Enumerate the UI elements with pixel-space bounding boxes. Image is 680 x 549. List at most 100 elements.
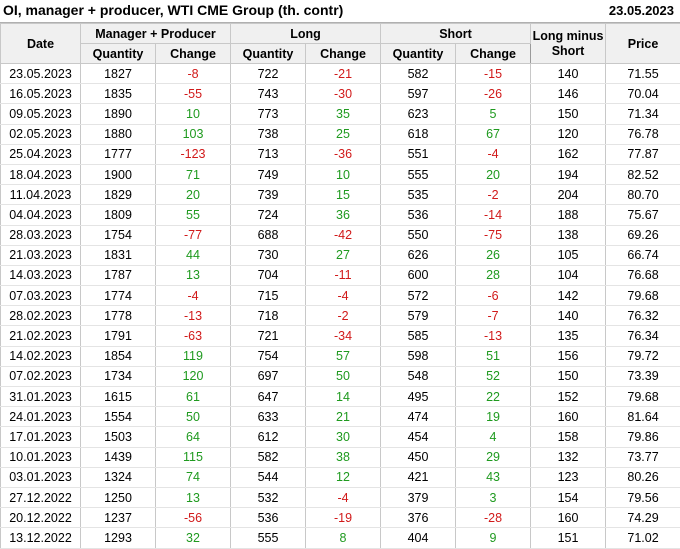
long-change-cell: 57 bbox=[306, 346, 381, 366]
price-cell: 77.87 bbox=[606, 144, 680, 164]
table-row: 25.04.20231777-123713-36551-416277.87 bbox=[1, 144, 680, 164]
date-cell: 25.04.2023 bbox=[1, 144, 81, 164]
table-row: 16.05.20231835-55743-30597-2614670.04 bbox=[1, 84, 680, 104]
table-row: 20.12.20221237-56536-19376-2816074.29 bbox=[1, 508, 680, 528]
mp-change-cell: -8 bbox=[156, 64, 231, 84]
long-minus-short-cell: 132 bbox=[531, 447, 606, 467]
long-change-cell: 21 bbox=[306, 407, 381, 427]
long-quantity-cell: 722 bbox=[231, 64, 306, 84]
price-cell: 81.64 bbox=[606, 407, 680, 427]
col-long-quantity-header: Quantity bbox=[231, 44, 306, 64]
long-minus-short-cell: 138 bbox=[531, 225, 606, 245]
short-change-cell: 19 bbox=[456, 407, 531, 427]
table-row: 04.04.202318095572436536-1418875.67 bbox=[1, 205, 680, 225]
long-change-cell: -2 bbox=[306, 306, 381, 326]
long-change-cell: -11 bbox=[306, 265, 381, 285]
date-cell: 18.04.2023 bbox=[1, 164, 81, 184]
mp-change-cell: -63 bbox=[156, 326, 231, 346]
report-date: 23.05.2023 bbox=[609, 3, 674, 18]
date-cell: 14.03.2023 bbox=[1, 265, 81, 285]
price-cell: 71.55 bbox=[606, 64, 680, 84]
col-short-quantity-header: Quantity bbox=[381, 44, 456, 64]
long-quantity-cell: 688 bbox=[231, 225, 306, 245]
date-cell: 24.01.2023 bbox=[1, 407, 81, 427]
long-quantity-cell: 743 bbox=[231, 84, 306, 104]
col-mp-change-header: Change bbox=[156, 44, 231, 64]
long-minus-short-cell: 140 bbox=[531, 306, 606, 326]
price-cell: 80.26 bbox=[606, 467, 680, 487]
long-change-cell: 15 bbox=[306, 185, 381, 205]
mp-change-cell: 74 bbox=[156, 467, 231, 487]
price-cell: 70.04 bbox=[606, 84, 680, 104]
table-body: 23.05.20231827-8722-21582-1514071.5516.0… bbox=[1, 64, 680, 549]
mp-change-cell: 32 bbox=[156, 528, 231, 548]
long-quantity-cell: 730 bbox=[231, 245, 306, 265]
table-row: 18.04.2023190071749105552019482.52 bbox=[1, 164, 680, 184]
short-change-cell: 26 bbox=[456, 245, 531, 265]
short-quantity-cell: 555 bbox=[381, 164, 456, 184]
short-quantity-cell: 572 bbox=[381, 286, 456, 306]
mp-change-cell: 44 bbox=[156, 245, 231, 265]
long-change-cell: -21 bbox=[306, 64, 381, 84]
long-minus-short-cell: 156 bbox=[531, 346, 606, 366]
date-cell: 20.12.2022 bbox=[1, 508, 81, 528]
long-minus-short-cell: 194 bbox=[531, 164, 606, 184]
price-cell: 71.34 bbox=[606, 104, 680, 124]
group-short-header: Short bbox=[381, 24, 531, 44]
short-quantity-cell: 623 bbox=[381, 104, 456, 124]
col-mp-quantity-header: Quantity bbox=[81, 44, 156, 64]
long-change-cell: 35 bbox=[306, 104, 381, 124]
long-quantity-cell: 754 bbox=[231, 346, 306, 366]
table-row: 07.03.20231774-4715-4572-614279.68 bbox=[1, 286, 680, 306]
mp-change-cell: 55 bbox=[156, 205, 231, 225]
col-price-header: Price bbox=[606, 24, 680, 64]
short-quantity-cell: 376 bbox=[381, 508, 456, 528]
long-quantity-cell: 724 bbox=[231, 205, 306, 225]
short-quantity-cell: 536 bbox=[381, 205, 456, 225]
short-quantity-cell: 598 bbox=[381, 346, 456, 366]
long-quantity-cell: 544 bbox=[231, 467, 306, 487]
price-cell: 79.68 bbox=[606, 286, 680, 306]
long-minus-short-cell: 150 bbox=[531, 366, 606, 386]
price-cell: 71.02 bbox=[606, 528, 680, 548]
mp-change-cell: -56 bbox=[156, 508, 231, 528]
table-row: 09.05.202318901077335623515071.34 bbox=[1, 104, 680, 124]
long-minus-short-cell: 135 bbox=[531, 326, 606, 346]
long-minus-short-cell: 151 bbox=[531, 528, 606, 548]
table-header: Date Manager + Producer Long Short Long … bbox=[1, 24, 680, 64]
short-change-cell: 3 bbox=[456, 487, 531, 507]
mp-quantity-cell: 1890 bbox=[81, 104, 156, 124]
short-quantity-cell: 379 bbox=[381, 487, 456, 507]
long-minus-short-cell: 150 bbox=[531, 104, 606, 124]
mp-change-cell: 115 bbox=[156, 447, 231, 467]
long-minus-short-cell: 204 bbox=[531, 185, 606, 205]
long-change-cell: -4 bbox=[306, 487, 381, 507]
long-quantity-cell: 612 bbox=[231, 427, 306, 447]
short-quantity-cell: 404 bbox=[381, 528, 456, 548]
mp-quantity-cell: 1615 bbox=[81, 387, 156, 407]
table-row: 17.01.202315036461230454415879.86 bbox=[1, 427, 680, 447]
long-minus-short-cell: 158 bbox=[531, 427, 606, 447]
long-quantity-cell: 749 bbox=[231, 164, 306, 184]
long-quantity-cell: 713 bbox=[231, 144, 306, 164]
mp-quantity-cell: 1829 bbox=[81, 185, 156, 205]
long-change-cell: -36 bbox=[306, 144, 381, 164]
date-cell: 03.01.2023 bbox=[1, 467, 81, 487]
short-quantity-cell: 535 bbox=[381, 185, 456, 205]
price-cell: 79.68 bbox=[606, 387, 680, 407]
mp-change-cell: 119 bbox=[156, 346, 231, 366]
mp-quantity-cell: 1734 bbox=[81, 366, 156, 386]
long-quantity-cell: 721 bbox=[231, 326, 306, 346]
mp-quantity-cell: 1809 bbox=[81, 205, 156, 225]
long-change-cell: 36 bbox=[306, 205, 381, 225]
long-minus-short-cell: 120 bbox=[531, 124, 606, 144]
mp-quantity-cell: 1777 bbox=[81, 144, 156, 164]
short-quantity-cell: 582 bbox=[381, 64, 456, 84]
table-row: 11.04.202318292073915535-220480.70 bbox=[1, 185, 680, 205]
table-row: 23.05.20231827-8722-21582-1514071.55 bbox=[1, 64, 680, 84]
mp-change-cell: 13 bbox=[156, 265, 231, 285]
mp-quantity-cell: 1324 bbox=[81, 467, 156, 487]
long-quantity-cell: 718 bbox=[231, 306, 306, 326]
short-change-cell: 28 bbox=[456, 265, 531, 285]
long-quantity-cell: 647 bbox=[231, 387, 306, 407]
